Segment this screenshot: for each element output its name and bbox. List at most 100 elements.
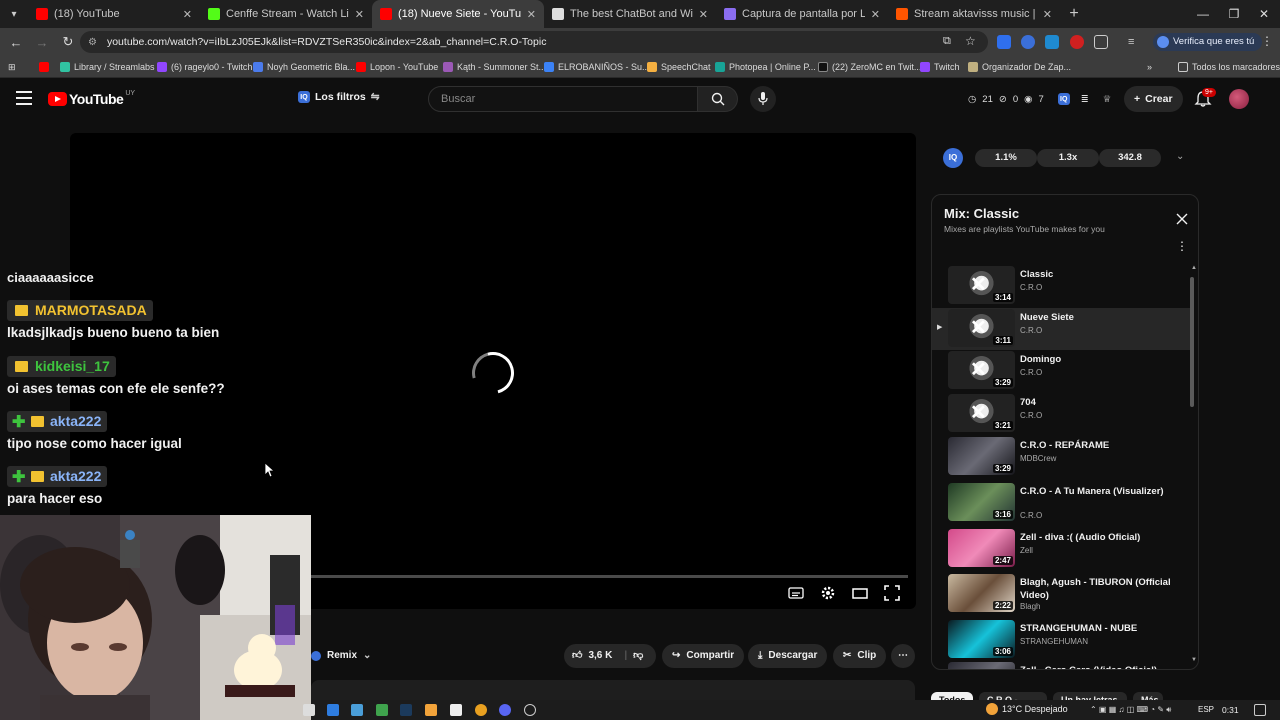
hamburger-menu-icon[interactable]	[16, 91, 32, 105]
browser-tab[interactable]: Stream aktavisss music | Listen ✕	[888, 0, 1060, 28]
playlist-item[interactable]: ✕ 3:29 Domingo C.R.O	[932, 350, 1190, 392]
close-icon[interactable]	[1175, 212, 1189, 226]
search-input[interactable]: Buscar	[428, 86, 698, 112]
close-tab-icon[interactable]: ✕	[699, 8, 708, 21]
video-thumbnail[interactable]: ✕ 3:11	[948, 308, 1015, 347]
cast-icon[interactable]: ⧉	[943, 35, 951, 48]
browser-tab[interactable]: (18) YouTube ✕	[28, 0, 200, 28]
remix-button[interactable]: Remix ⌄	[311, 644, 381, 668]
bookmark-item[interactable]: (22) ZeroMC en Twit...	[818, 60, 921, 74]
bookmark-item[interactable]: SpeechChat	[647, 60, 711, 74]
playlist-item[interactable]: ✕ 3:14 Classic C.R.O	[932, 265, 1190, 307]
browser-tab[interactable]: The best ChatBot and Widgets ✕	[544, 0, 716, 28]
taskbar-clock[interactable]: 0:31	[1222, 705, 1239, 715]
close-tab-icon[interactable]: ✕	[871, 8, 880, 21]
video-thumbnail[interactable]: 3:16	[948, 482, 1015, 521]
taskbar-app-icon[interactable]	[450, 704, 462, 716]
playlist-item[interactable]: 3:16 C.R.O - A Tu Manera (Visualizer) C.R.…	[932, 482, 1190, 524]
vidiq-icon[interactable]: IQ	[1057, 93, 1070, 105]
extension-icon[interactable]	[997, 35, 1011, 49]
profile-verify-button[interactable]: Verifica que eres tú	[1153, 33, 1263, 51]
bookmark-item[interactable]: Noyh Geometric Bla...	[253, 60, 355, 74]
video-thumbnail[interactable]	[948, 662, 1015, 669]
browser-tab[interactable]: Captura de pantalla por Lightsh ✕	[716, 0, 888, 28]
share-button[interactable]: ↪ Compartir	[662, 644, 745, 668]
browser-tab-active[interactable]: (18) Nueve Siete - YouTube ✕	[372, 0, 544, 28]
reload-icon[interactable]: ↻	[56, 30, 80, 54]
youtube-bookmark-icon[interactable]	[39, 60, 53, 74]
close-tab-icon[interactable]: ✕	[527, 8, 536, 21]
tab-search-icon[interactable]: ▾	[0, 0, 28, 28]
trophy-icon[interactable]: ♕	[1103, 94, 1112, 105]
scroll-up-icon[interactable]: ▲	[1191, 265, 1197, 271]
vidiq-stats[interactable]: ◷ 21 ⊘ 0 ◉ 7 IQ ≣ ♕	[968, 93, 1111, 105]
chevron-down-icon[interactable]: ⌄	[1176, 151, 1184, 162]
language-indicator[interactable]: ESP	[1198, 705, 1214, 714]
filters-button[interactable]: IQ Los filtros ⇋	[298, 91, 380, 103]
chrome-icon[interactable]	[475, 704, 487, 716]
new-tab-icon[interactable]: +	[1060, 0, 1088, 28]
video-thumbnail[interactable]: ✕ 3:14	[948, 266, 1015, 304]
scrollbar-thumb[interactable]	[1190, 277, 1194, 407]
taskbar-app-icon[interactable]	[351, 704, 363, 716]
video-thumbnail[interactable]: ✕ 3:29	[948, 351, 1015, 390]
description-box[interactable]	[311, 680, 915, 700]
bookmarks-overflow-icon[interactable]: »	[1147, 60, 1152, 74]
vidiq-extension-icon[interactable]	[1021, 35, 1035, 49]
bookmark-item[interactable]: Lopon - YouTube	[356, 60, 438, 74]
extensions-puzzle-icon[interactable]	[1094, 35, 1108, 49]
site-info-icon[interactable]: ⚙	[88, 37, 97, 48]
apps-grid-icon[interactable]: ⊞	[8, 60, 16, 74]
steam-icon[interactable]	[400, 704, 412, 716]
playlist-item[interactable]: 3:29 C.R.O - REPÁRAME MDBCrew	[932, 436, 1190, 478]
browser-tab[interactable]: Cenffe Stream - Watch Live on ✕	[200, 0, 372, 28]
search-button[interactable]	[698, 86, 738, 112]
bookmark-item[interactable]: Organizador De Zap...	[968, 60, 1071, 74]
bookmark-item[interactable]: (6) rageylo0 - Twitch	[157, 60, 252, 74]
voice-search-button[interactable]	[750, 86, 776, 112]
obs-icon[interactable]	[524, 704, 536, 716]
progress-bar[interactable]	[311, 575, 908, 578]
bookmark-item[interactable]: Kąth - Summoner St...	[443, 60, 546, 74]
back-icon[interactable]: ←	[4, 30, 28, 54]
vidiq-logo-icon[interactable]: IQ	[943, 148, 963, 168]
dislike-icon[interactable]: 👎︎	[633, 644, 643, 668]
close-window-icon[interactable]: ✕	[1248, 0, 1280, 28]
bookmark-item[interactable]: Twitch	[920, 60, 960, 74]
tray-icons[interactable]: ⌃ ▣ ▦ ♫ ◫ ⌨ ◔ ✎ 🔊︎	[1090, 705, 1171, 715]
video-thumbnail[interactable]: 3:06	[948, 619, 1015, 658]
bookmark-item[interactable]: Library / Streamlabs	[60, 60, 155, 74]
more-actions-button[interactable]: ⋯	[891, 644, 915, 668]
playlist-scrollbar[interactable]: ▲ ▼	[1190, 265, 1197, 665]
like-icon[interactable]: 👍︎	[572, 644, 582, 668]
bookmark-item[interactable]: ELROBANIÑOS - Su...	[544, 60, 650, 74]
vidiq-ctr[interactable]: 1.1%	[975, 149, 1037, 167]
playlist-item[interactable]: 2:22 Blagh, Agush - TIBURON (Official Vid…	[932, 573, 1190, 615]
forward-icon[interactable]: →	[30, 30, 54, 54]
vidiq-multiplier[interactable]: 1.3x	[1037, 149, 1099, 167]
taskbar-app-icon[interactable]	[376, 704, 388, 716]
bars-icon[interactable]: ≣	[1081, 94, 1089, 105]
playlist-item[interactable]: 3:06 STRANGEHUMAN - NUBE STRANGEHUMAN	[932, 619, 1190, 661]
taskbar-app-icon[interactable]	[327, 704, 339, 716]
playlist-item[interactable]: ✕ 3:21 704 C.R.O	[932, 393, 1190, 435]
notification-center-icon[interactable]	[1254, 704, 1266, 716]
all-bookmarks-folder[interactable]: Todos los marcadores	[1178, 60, 1280, 74]
fullscreen-icon[interactable]	[884, 585, 900, 601]
extension-icon[interactable]	[1045, 35, 1059, 49]
playlist-menu-icon[interactable]: ⋮	[1176, 239, 1188, 253]
url-bar[interactable]: ⚙ youtube.com/watch?v=iIbLzJ05EJk&list=R…	[80, 31, 988, 53]
bookmark-item[interactable]: Photopea | Online P...	[715, 60, 816, 74]
playlist-item[interactable]: Zell - Cero Cero (Video Oficial)	[932, 661, 1190, 669]
video-thumbnail[interactable]: 2:47	[948, 529, 1015, 568]
download-button[interactable]: ⤓ Descargar	[748, 644, 828, 668]
video-thumbnail[interactable]: ✕ 3:21	[948, 394, 1015, 433]
minimize-icon[interactable]: —	[1187, 0, 1219, 28]
close-tab-icon[interactable]: ✕	[355, 8, 364, 21]
settings-gear-icon[interactable]	[820, 585, 836, 601]
vidiq-score[interactable]: 342.8	[1099, 149, 1161, 167]
video-thumbnail[interactable]: 3:29	[948, 436, 1015, 475]
browser-menu-icon[interactable]: ⋮	[1261, 34, 1273, 48]
clip-button[interactable]: ✂ Clip	[833, 644, 887, 668]
close-tab-icon[interactable]: ✕	[1043, 8, 1052, 21]
